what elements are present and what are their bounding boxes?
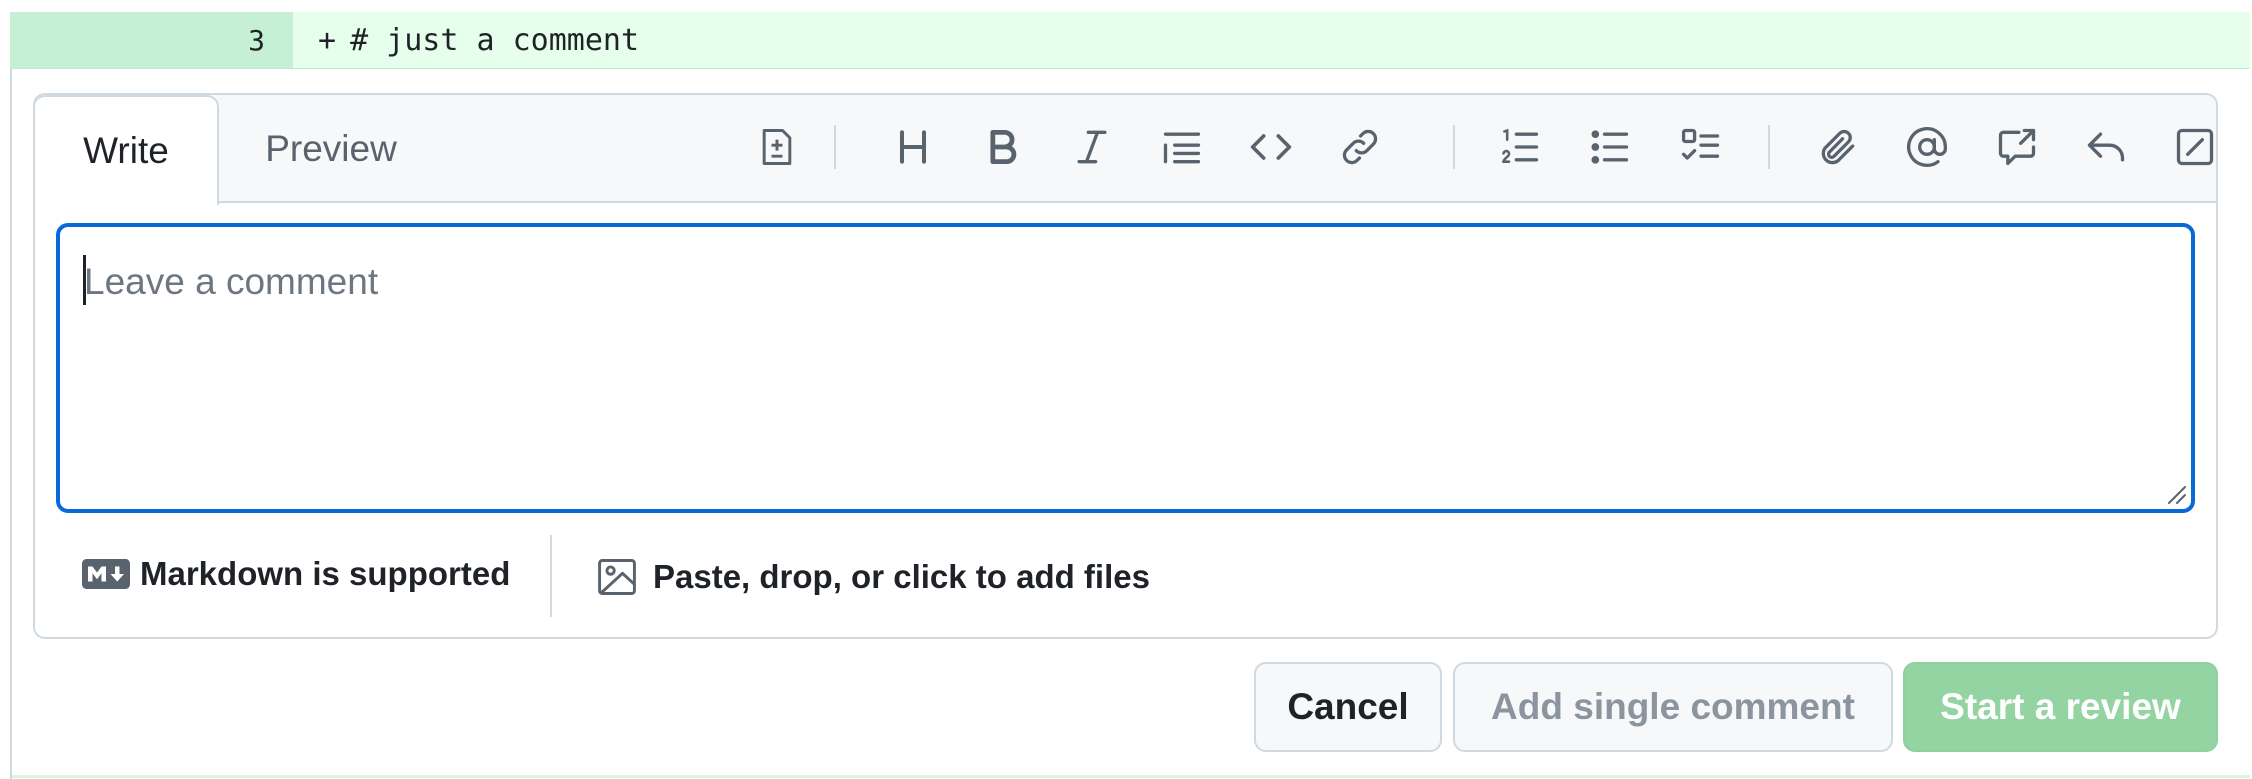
add-suggestion-icon[interactable] [751, 121, 803, 173]
italic-icon[interactable] [1066, 121, 1118, 173]
markdown-supported-link[interactable]: Markdown is supported [82, 555, 510, 593]
cross-reference-icon[interactable] [1991, 121, 2043, 173]
heading-icon[interactable] [887, 121, 939, 173]
toolbar-divider [1453, 125, 1455, 169]
bold-icon[interactable] [976, 121, 1028, 173]
ordered-list-icon[interactable] [1494, 121, 1546, 173]
markdown-toolbar [35, 95, 2216, 203]
diff-left-border [10, 69, 12, 779]
comment-form: Write Preview Leave a comment Markdown i… [33, 93, 2218, 639]
next-diff-line [12, 775, 2250, 778]
add-files-button[interactable]: Paste, drop, or click to add files [595, 555, 1150, 599]
unordered-list-icon[interactable] [1584, 121, 1636, 173]
diff-line-code: + # just a comment [293, 12, 2250, 68]
attach-icon[interactable] [1812, 121, 1864, 173]
task-list-icon[interactable] [1675, 121, 1727, 173]
footer-divider [550, 535, 552, 617]
tab-write[interactable]: Write [35, 95, 219, 205]
add-single-comment-button[interactable]: Add single comment [1453, 662, 1893, 752]
resize-handle-icon[interactable] [2163, 481, 2187, 505]
add-files-label: Paste, drop, or click to add files [653, 558, 1150, 595]
comment-textarea[interactable]: Leave a comment [56, 223, 2195, 513]
diff-line: 3 + # just a comment [10, 12, 2250, 69]
start-review-button[interactable]: Start a review [1903, 662, 2218, 752]
code-icon[interactable] [1245, 121, 1297, 173]
slash-commands-icon[interactable] [2169, 121, 2216, 173]
toolbar-divider [1768, 125, 1770, 169]
quote-icon[interactable] [1156, 121, 1208, 173]
markdown-label: Markdown is supported [140, 555, 511, 592]
mention-icon[interactable] [1901, 121, 1953, 173]
comment-placeholder: Leave a comment [84, 261, 379, 302]
reply-icon[interactable] [2080, 121, 2132, 173]
diff-added-marker: + [318, 23, 337, 58]
cancel-button[interactable]: Cancel [1254, 662, 1442, 752]
editor-header: Write Preview [35, 95, 2216, 205]
diff-line-number[interactable]: 3 [10, 12, 293, 68]
diff-code-text: # just a comment [350, 23, 640, 58]
image-icon [598, 559, 636, 595]
link-icon[interactable] [1334, 121, 1386, 173]
markdown-icon [82, 559, 130, 589]
toolbar-divider [834, 125, 836, 169]
